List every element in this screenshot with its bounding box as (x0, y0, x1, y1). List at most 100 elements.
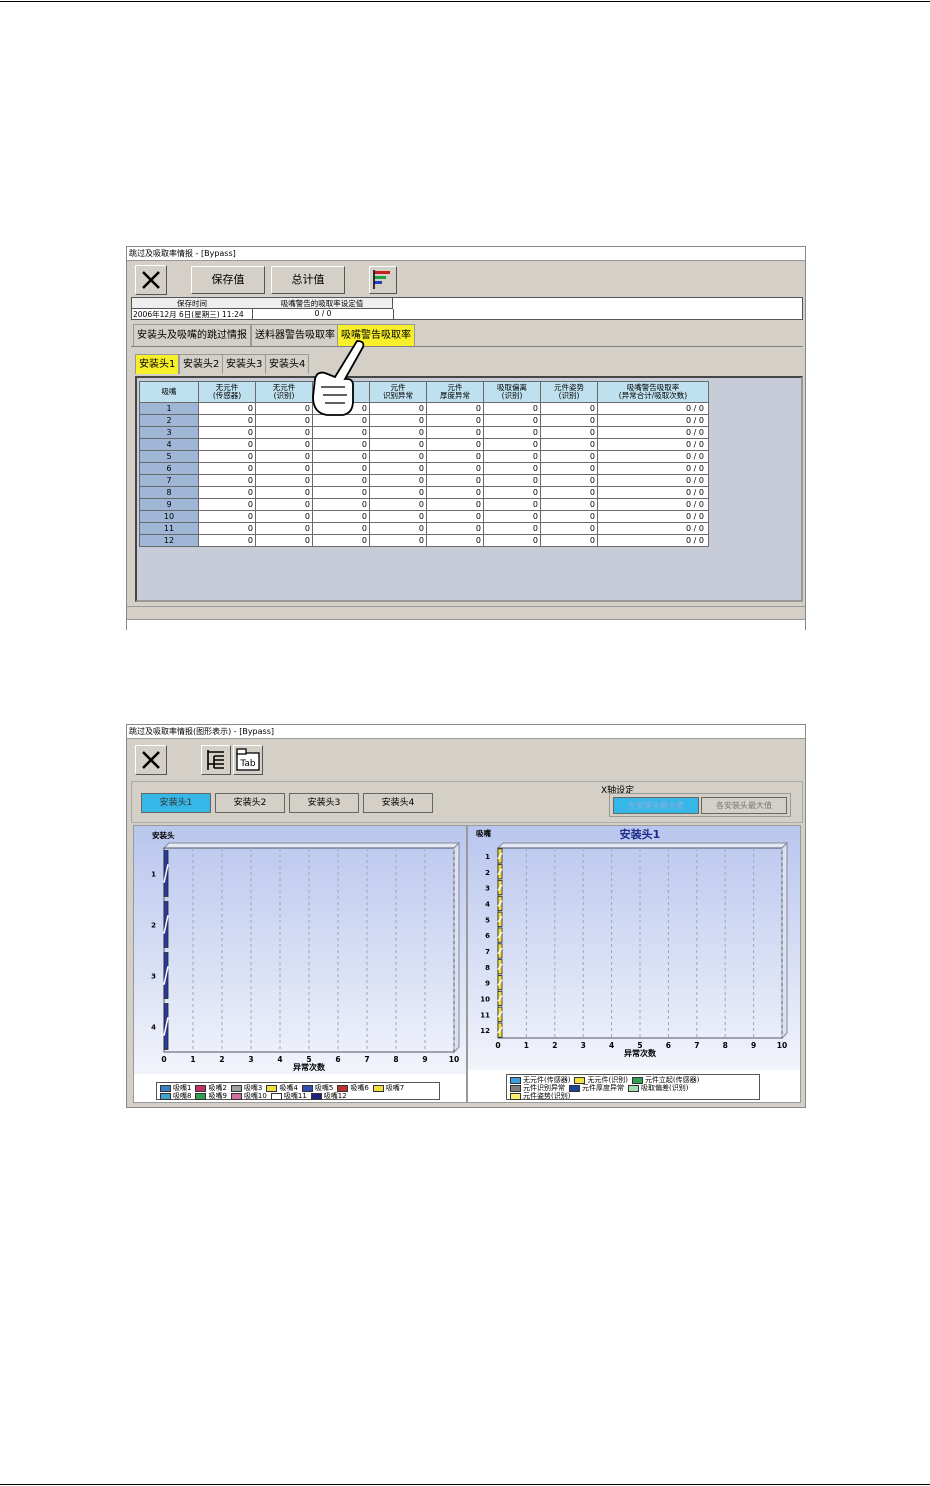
legend-label: 吸嘴1 (173, 1084, 192, 1092)
table-cell: 0 (483, 534, 541, 547)
legend-label: 吸嘴2 (208, 1084, 227, 1092)
table-row[interactable]: 200000000 / 0 (139, 414, 709, 427)
table-cell: 0 / 0 (597, 402, 709, 415)
graph-head-2-button[interactable]: 安装头2 (215, 793, 285, 813)
x-tick-label: 0 (495, 1041, 500, 1050)
table-row[interactable]: 10 0 0 0 0 0 0 0 0 / 0 (139, 510, 709, 523)
tree-view-button[interactable] (201, 745, 231, 775)
table-cell: 0 (312, 486, 370, 499)
saved-value-button[interactable]: 保存值 (191, 266, 265, 294)
legend-entry: 吸嘴10 (230, 1092, 267, 1100)
close-button[interactable] (135, 745, 167, 775)
table-cell: 0 (540, 534, 598, 547)
legend-label: 吸嘴10 (243, 1092, 267, 1100)
table-cell: 0 (312, 498, 370, 511)
x-axis-label: 异常次数 (293, 1062, 326, 1072)
nozzle-number-cell: 7 (139, 474, 199, 487)
x-tick-label: 4 (609, 1041, 614, 1050)
right-chart-legend: 无元件(传感器) 无元件(识别) 元件立起(传感器) 元件识别异常 元件厚度异常 吸取偏差… (506, 1074, 760, 1100)
x-tick-label: 9 (422, 1055, 427, 1064)
table-row[interactable]: 12 0 0 0 0 0 0 0 0 / 0 (139, 534, 709, 547)
table-row[interactable]: 300000000 / 0 (139, 426, 709, 439)
table-cell: 0 (540, 438, 598, 451)
table-cell: 0 (426, 450, 484, 463)
nozzle-number-cell: 11 (139, 522, 199, 535)
nozzle-number-cell: 12 (139, 534, 199, 547)
graph-head-3-button[interactable]: 安装头3 (289, 793, 359, 813)
table-cell: 0 (369, 498, 427, 511)
table-row[interactable]: 700000000 / 0 (139, 474, 709, 487)
table-cell: 0 (198, 510, 256, 523)
table-row[interactable]: 11 0 0 0 0 0 0 0 0 / 0 (139, 522, 709, 535)
y-category-label: 9 (485, 980, 490, 988)
table-cell: 0 (483, 450, 541, 463)
table-cell: 0 (312, 438, 370, 451)
table-cell: 0 (540, 486, 598, 499)
table-cell: 0 / 0 (597, 474, 709, 487)
table-row[interactable]: 500000000 / 0 (139, 450, 709, 463)
legend-entry: 吸取偏差(识别) (628, 1084, 688, 1092)
xaxis-all-heads-max-button[interactable]: 全安装头最大值 (613, 797, 699, 814)
close-button[interactable] (135, 265, 167, 295)
x-tick-label: 8 (723, 1041, 728, 1050)
right-chart-panel: 0 1 2 3 4 5 6 7 8 9 10 异常次数 吸嘴 安装头1 1 2 3 4 5 6 7 8 9 10 11 12 无元… (467, 825, 801, 1103)
legend-label: 吸嘴8 (173, 1092, 192, 1100)
table-cell: 0 (369, 486, 427, 499)
table-cell: 0 / 0 (597, 498, 709, 511)
table-cell: 0 (198, 450, 256, 463)
table-cell: 0 (426, 462, 484, 475)
chart-background (468, 826, 800, 1070)
x-tick-label: 2 (552, 1041, 557, 1050)
tab-skip-info[interactable]: 安装头及吸嘴的跳过情报 (133, 324, 251, 346)
header-line-1: 吸嘴 (161, 387, 177, 396)
table-cell: 0 (198, 438, 256, 451)
x-tick-label: 1 (190, 1055, 195, 1064)
table-cell: 0 (312, 522, 370, 535)
xaxis-each-head-max-button[interactable]: 各安装头最大值 (701, 797, 787, 814)
chart-top-wall (496, 842, 789, 849)
legend-entry: 吸嘴2 (195, 1084, 227, 1092)
table-cell: 0 (540, 498, 598, 511)
chart-view-button[interactable] (369, 266, 397, 294)
y-category-label: 2 (151, 922, 156, 930)
legend-swatch (510, 1092, 521, 1100)
table-row[interactable]: 900000000 / 0 (139, 498, 709, 511)
table-cell: 0 (369, 474, 427, 487)
table-cell: 0 (369, 534, 427, 547)
tab-view-button[interactable]: Tab (233, 745, 263, 775)
table-row[interactable]: 800000000 / 0 (139, 486, 709, 499)
nozzle-number-cell: 9 (139, 498, 199, 511)
legend-swatch (230, 1084, 242, 1092)
table-cell: 0 (483, 438, 541, 451)
tab-icon-text: Tab (239, 759, 256, 769)
tab-head-4[interactable]: 安装头4 (265, 354, 310, 374)
table-cell: 0 / 0 (597, 426, 709, 439)
table-cell: 0 (198, 498, 256, 511)
legend-entry: 吸嘴1 (160, 1084, 191, 1092)
table-cell: 0 (426, 402, 484, 415)
table-cell: 0 (369, 402, 427, 415)
tab-head-1[interactable]: 安装头1 (135, 354, 180, 374)
tree-view-icon (207, 750, 224, 770)
x-tick-label: 6 (666, 1041, 671, 1050)
chart-title: 安装头1 (620, 827, 661, 841)
graph-head-4-button[interactable]: 安装头4 (363, 793, 433, 813)
table-row[interactable]: 600000000 / 0 (139, 462, 709, 475)
y-category-label: 11 (480, 1011, 490, 1019)
legend-swatch (574, 1076, 586, 1084)
table-cell: 0 (255, 522, 313, 535)
table-row[interactable]: 400000000 / 0 (139, 438, 709, 451)
tab-head-3[interactable]: 安装头3 (222, 354, 267, 374)
legend-swatch (569, 1084, 580, 1092)
table-cell: 0 (540, 522, 598, 535)
table-cell: 0 (198, 414, 256, 427)
graph-head-1-button[interactable]: 安装头1 (141, 793, 211, 813)
table-cell: 0 (483, 414, 541, 427)
tab-head-2[interactable]: 安装头2 (179, 354, 224, 374)
legend-swatch (301, 1084, 313, 1092)
y-category-label: 10 (480, 995, 490, 1003)
table-row[interactable]: 100000000 / 0 (139, 402, 709, 415)
legend-label: 元件识别异常 (523, 1084, 565, 1092)
legend-swatch (195, 1084, 207, 1092)
total-value-button[interactable]: 总计值 (271, 266, 345, 294)
